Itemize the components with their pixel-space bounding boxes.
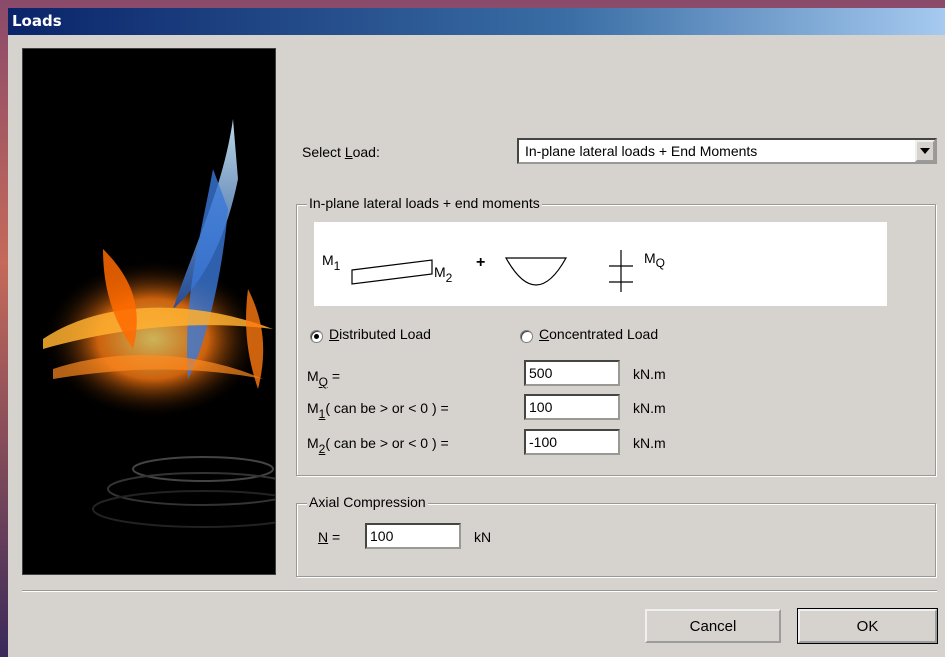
diagram-m1-label: M1 (322, 252, 340, 273)
diagram-mq-sub: Q (655, 256, 666, 270)
radio-concentrated-button[interactable] (520, 330, 533, 343)
radio-distributed-label: Distributed Load (329, 326, 431, 342)
moments-group-caption: In-plane lateral loads + end moments (307, 195, 542, 211)
m2-label-post: ( can be > or < 0 ) = (325, 435, 449, 451)
select-load-label-post: oad: (352, 144, 380, 160)
concentrated-moment-icon (609, 250, 633, 292)
select-load-label-key: L (344, 144, 353, 160)
m1-unit: kN.m (633, 400, 666, 416)
loads-dialog: Loads Select Load: In-plane lateral load… (8, 8, 945, 657)
radio-selected-dot (314, 334, 319, 339)
parabola-moment-icon (504, 257, 568, 286)
m1-label: M1( can be > or < 0 ) = (307, 400, 449, 421)
flame-artwork-image (43, 119, 275, 528)
n-label-post: = (328, 529, 341, 545)
radio-concentrated-rest: oncentrated Load (549, 326, 659, 342)
m2-unit: kN.m (633, 435, 666, 451)
n-label-key: N (318, 529, 329, 545)
window-title: Loads (12, 12, 62, 30)
m2-input[interactable]: -100 (524, 429, 620, 455)
diagram-m1-text: M (322, 252, 334, 268)
mq-input[interactable]: 500 (524, 360, 620, 386)
mq-label-text: M (307, 368, 319, 384)
title-bar[interactable]: Loads (8, 8, 945, 35)
chevron-down-icon (920, 148, 930, 154)
n-input[interactable]: 100 (365, 523, 461, 549)
diagram-m2-text: M (434, 264, 446, 280)
cancel-button[interactable]: Cancel (645, 609, 781, 643)
n-label: N = (318, 529, 340, 545)
m1-label-sub: 1 (318, 407, 326, 421)
select-load-dropdown-button[interactable] (915, 140, 935, 162)
select-load-label: Select Load: (302, 144, 380, 160)
load-diagram: M1 M2 + MQ (314, 222, 887, 306)
m2-label: M2( can be > or < 0 ) = (307, 435, 449, 456)
mq-label: MQ = (307, 368, 341, 389)
diagram-mq-label: MQ (644, 250, 665, 270)
separator (22, 590, 937, 592)
diagram-plus: + (476, 254, 486, 271)
m1-label-post: ( can be > or < 0 ) = (325, 400, 449, 416)
radio-concentrated-key: C (539, 326, 550, 342)
radio-distributed-key: D (329, 326, 340, 342)
radio-distributed-button[interactable] (310, 330, 323, 343)
diagram-m1-sub: 1 (333, 259, 341, 273)
diagram-m2-label: M2 (434, 264, 452, 285)
m1-input[interactable]: 100 (524, 394, 620, 420)
mq-unit: kN.m (633, 366, 666, 382)
flame-artwork (22, 48, 276, 575)
mq-label-post: = (328, 368, 341, 384)
select-load-label-pre: Select (302, 144, 345, 160)
select-load-combobox[interactable]: In-plane lateral loads + End Moments (517, 138, 937, 164)
radio-distributed-rest: istributed Load (339, 326, 431, 342)
diagram-m2-sub: 2 (445, 271, 453, 285)
mq-label-sub: Q (318, 375, 329, 389)
n-unit: kN (474, 529, 492, 545)
m2-label-sub: 2 (318, 442, 326, 456)
radio-concentrated-label: Concentrated Load (539, 326, 658, 342)
select-load-value: In-plane lateral loads + End Moments (525, 143, 758, 159)
m2-label-text: M (307, 435, 319, 451)
trapezoid-moment-icon (351, 259, 433, 285)
diagram-mq-text: M (644, 250, 656, 266)
axial-group-caption: Axial Compression (307, 494, 428, 510)
ok-button[interactable]: OK (797, 608, 938, 644)
m1-label-text: M (307, 400, 319, 416)
